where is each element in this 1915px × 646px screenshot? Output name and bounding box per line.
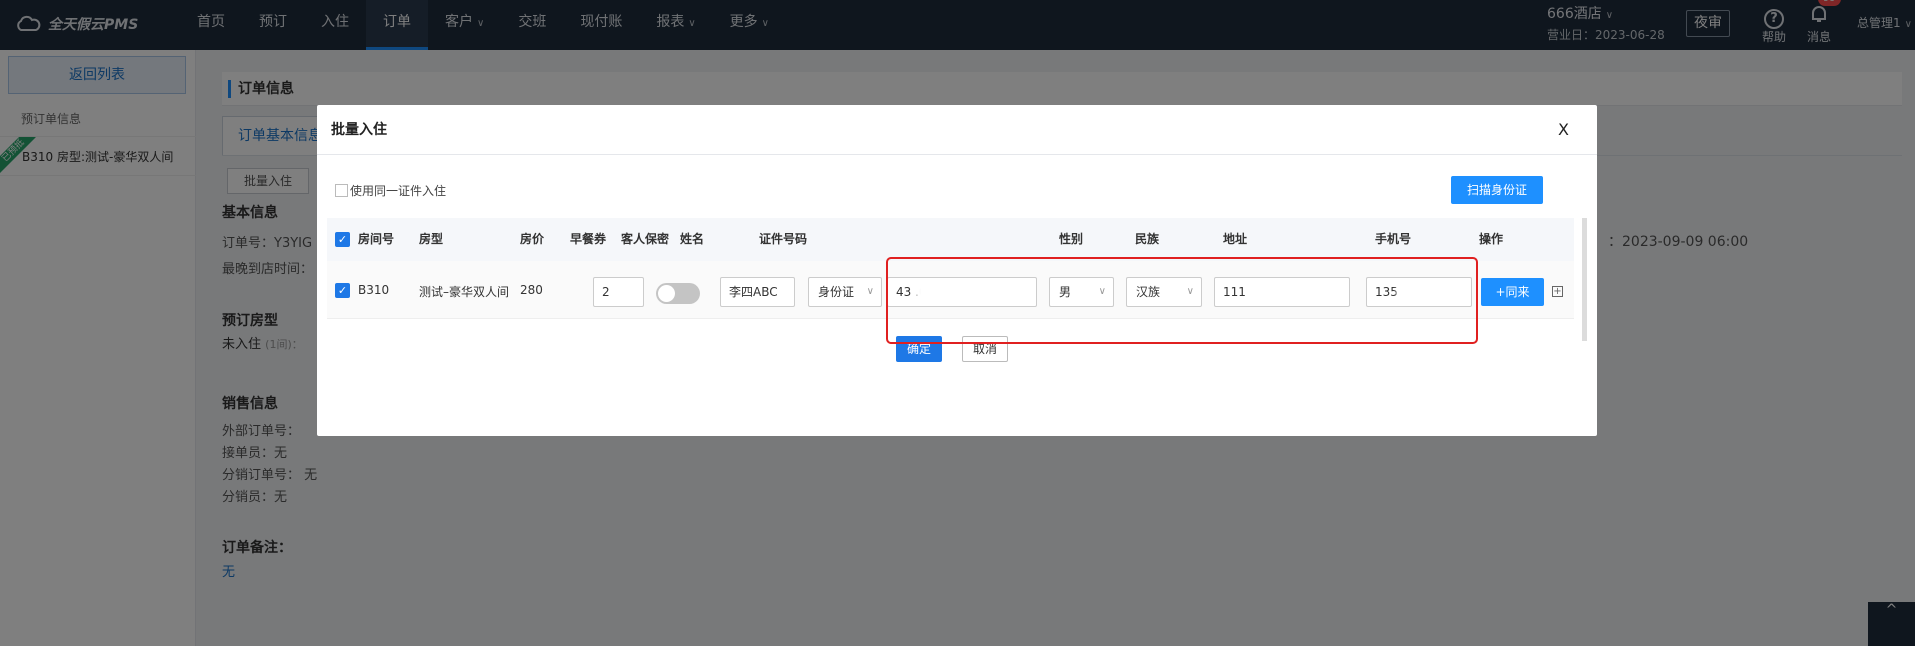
col-name: 姓名	[680, 232, 705, 246]
room-price: 280	[520, 283, 543, 297]
col-price: 房价	[520, 232, 545, 246]
col-address: 地址	[1223, 232, 1248, 246]
highlight-box	[886, 257, 1478, 344]
confidential-toggle[interactable]	[656, 283, 700, 304]
same-id-checkbox[interactable]	[335, 184, 348, 197]
guest-name-input[interactable]: 李四ABC	[720, 277, 795, 307]
room-number: B310	[358, 283, 390, 297]
col-room-no: 房间号	[358, 232, 395, 246]
same-id-option[interactable]: 使用同一证件入住	[335, 182, 446, 199]
select-all-checkbox[interactable]: ✓	[335, 232, 350, 247]
same-id-label: 使用同一证件入住	[350, 184, 447, 198]
scan-id-button[interactable]: 扫描身份证	[1451, 176, 1543, 204]
expand-plus-icon[interactable]: +	[1552, 286, 1563, 297]
col-gender: 性别	[1059, 232, 1084, 246]
col-actions: 操作	[1479, 232, 1504, 246]
dialog-title: 批量入住	[331, 122, 387, 138]
col-room-type: 房型	[419, 232, 444, 246]
id-type-select[interactable]: 身份证 ∨	[808, 277, 882, 307]
close-icon[interactable]: X	[1558, 105, 1569, 155]
dialog-header: 批量入住 X	[317, 105, 1597, 155]
col-id-number: 证件号码	[759, 232, 808, 246]
breakfast-input[interactable]: 2	[593, 277, 644, 307]
row-checkbox[interactable]: ✓	[335, 283, 350, 298]
id-type-value: 身份证	[818, 285, 855, 299]
col-confidential: 客人保密	[621, 232, 670, 246]
col-breakfast: 早餐券	[570, 232, 607, 246]
add-companion-button[interactable]: +同来	[1481, 278, 1544, 306]
room-type: 测试–豪华双人间	[419, 285, 510, 299]
col-ethnicity: 民族	[1135, 232, 1160, 246]
chevron-down-icon: ∨	[866, 286, 874, 297]
table-header: ✓ 房间号 房型 房价 早餐券 客人保密 姓名 证件号码 性别 民族 地址 手机…	[327, 218, 1574, 261]
table-scrollbar[interactable]	[1582, 218, 1587, 341]
col-phone: 手机号	[1375, 232, 1412, 246]
